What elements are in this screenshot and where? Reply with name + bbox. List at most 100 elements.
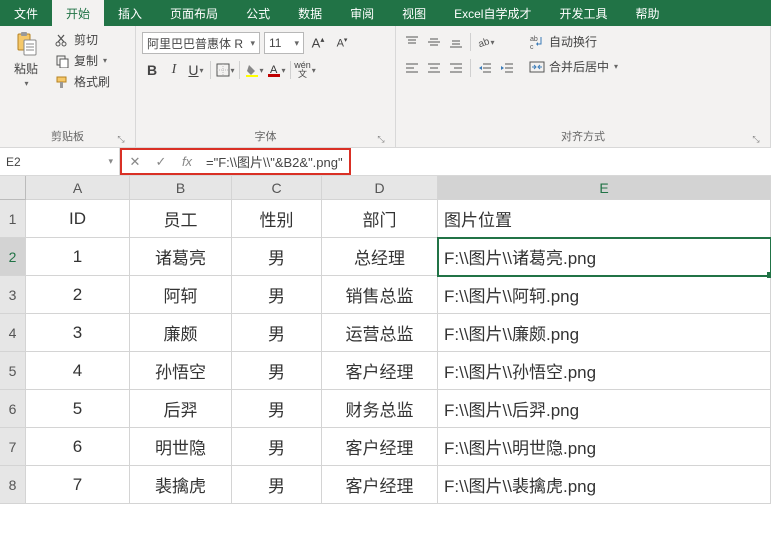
cell[interactable]: 1 — [26, 238, 130, 276]
increase-font-button[interactable]: A▴ — [308, 33, 328, 53]
italic-button[interactable]: I — [164, 60, 184, 80]
merge-center-button[interactable]: 合并后居中 ▾ — [525, 57, 622, 76]
column-header-b[interactable]: B — [130, 176, 232, 200]
cell[interactable]: 阿轲 — [130, 276, 232, 314]
cell[interactable]: 7 — [26, 466, 130, 504]
decrease-indent-button[interactable] — [475, 58, 495, 78]
name-box[interactable]: E2 ▾ — [0, 148, 120, 175]
cell[interactable]: 3 — [26, 314, 130, 352]
tab-formulas[interactable]: 公式 — [232, 0, 284, 26]
copy-button[interactable]: 复制 ▾ — [50, 51, 114, 70]
orientation-button[interactable]: ab▾ — [475, 32, 495, 52]
tab-self-learn[interactable]: Excel自学成才 — [440, 0, 545, 26]
cell[interactable]: 客户经理 — [322, 352, 438, 390]
cut-button[interactable]: 剪切 — [50, 30, 114, 49]
increase-indent-button[interactable] — [497, 58, 517, 78]
tab-insert[interactable]: 插入 — [104, 0, 156, 26]
cell[interactable]: 性别 — [232, 200, 322, 238]
format-painter-button[interactable]: 格式刷 — [50, 72, 114, 91]
row-header[interactable]: 4 — [0, 314, 26, 352]
row-header[interactable]: 2 — [0, 238, 26, 276]
cell[interactable]: 廉颇 — [130, 314, 232, 352]
column-header-a[interactable]: A — [26, 176, 130, 200]
fill-color-button[interactable]: ▾ — [244, 60, 264, 80]
cell[interactable]: 裴擒虎 — [130, 466, 232, 504]
cell[interactable]: 男 — [232, 314, 322, 352]
cell[interactable]: 明世隐 — [130, 428, 232, 466]
cell[interactable]: 4 — [26, 352, 130, 390]
font-launcher-icon[interactable]: ⤡ — [375, 133, 387, 145]
alignment-launcher-icon[interactable]: ⤡ — [750, 133, 762, 145]
cell[interactable]: 6 — [26, 428, 130, 466]
cell-active[interactable]: F:\\图片\\诸葛亮.png — [438, 238, 771, 276]
underline-button[interactable]: U▾ — [186, 60, 206, 80]
column-header-c[interactable]: C — [232, 176, 322, 200]
select-all-corner[interactable] — [0, 176, 26, 200]
pinyin-button[interactable]: wén文▾ — [295, 60, 315, 80]
paste-button[interactable]: 粘贴 ▾ — [6, 28, 46, 129]
tab-home[interactable]: 开始 — [52, 0, 104, 26]
cell[interactable]: 后羿 — [130, 390, 232, 428]
cell[interactable]: 运营总监 — [322, 314, 438, 352]
cancel-formula-button[interactable]: ✕ — [122, 150, 148, 173]
cell[interactable]: 男 — [232, 428, 322, 466]
cell[interactable]: 图片位置 — [438, 200, 771, 238]
wrap-text-button[interactable]: abc 自动换行 — [525, 32, 622, 51]
cell[interactable]: 员工 — [130, 200, 232, 238]
border-button[interactable]: ▾ — [215, 60, 235, 80]
row-header[interactable]: 3 — [0, 276, 26, 314]
row-header[interactable]: 8 — [0, 466, 26, 504]
cell[interactable]: 诸葛亮 — [130, 238, 232, 276]
clipboard-launcher-icon[interactable]: ⤡ — [115, 133, 127, 145]
align-top-button[interactable] — [402, 32, 422, 52]
font-color-button[interactable]: A▾ — [266, 60, 286, 80]
align-left-button[interactable] — [402, 58, 422, 78]
align-bottom-button[interactable] — [446, 32, 466, 52]
cell[interactable]: F:\\图片\\明世隐.png — [438, 428, 771, 466]
cell[interactable]: 男 — [232, 466, 322, 504]
row-header[interactable]: 5 — [0, 352, 26, 390]
cell[interactable]: 孙悟空 — [130, 352, 232, 390]
align-right-button[interactable] — [446, 58, 466, 78]
cell[interactable]: 2 — [26, 276, 130, 314]
cell[interactable]: 总经理 — [322, 238, 438, 276]
group-clipboard: 粘贴 ▾ 剪切 复制 ▾ 格式刷 剪贴板 ⤡ — [0, 26, 136, 147]
tab-view[interactable]: 视图 — [388, 0, 440, 26]
cell[interactable]: 客户经理 — [322, 466, 438, 504]
cell[interactable]: 男 — [232, 390, 322, 428]
font-size-combo[interactable]: 11 ▾ — [264, 32, 304, 54]
align-center-button[interactable] — [424, 58, 444, 78]
enter-formula-button[interactable]: ✓ — [148, 150, 174, 173]
tab-page-layout[interactable]: 页面布局 — [156, 0, 232, 26]
column-header-e[interactable]: E — [438, 176, 771, 200]
column-header-d[interactable]: D — [322, 176, 438, 200]
row-header[interactable]: 6 — [0, 390, 26, 428]
tab-help[interactable]: 帮助 — [622, 0, 674, 26]
cell[interactable]: 男 — [232, 276, 322, 314]
tab-data[interactable]: 数据 — [284, 0, 336, 26]
cell[interactable]: ID — [26, 200, 130, 238]
formula-input[interactable]: ="F:\\图片\\"&B2&".png" — [200, 152, 349, 171]
cell[interactable]: F:\\图片\\孙悟空.png — [438, 352, 771, 390]
tab-review[interactable]: 审阅 — [336, 0, 388, 26]
align-middle-button[interactable] — [424, 32, 444, 52]
cell[interactable]: F:\\图片\\廉颇.png — [438, 314, 771, 352]
font-name-combo[interactable]: 阿里巴巴普惠体 R ▾ — [142, 32, 260, 54]
cell[interactable]: 客户经理 — [322, 428, 438, 466]
tab-file[interactable]: 文件 — [0, 0, 52, 26]
tab-dev-tools[interactable]: 开发工具 — [545, 0, 621, 26]
bold-button[interactable]: B — [142, 60, 162, 80]
cell[interactable]: F:\\图片\\裴擒虎.png — [438, 466, 771, 504]
decrease-font-button[interactable]: A▾ — [332, 33, 352, 53]
row-header[interactable]: 7 — [0, 428, 26, 466]
cell[interactable]: 财务总监 — [322, 390, 438, 428]
cell[interactable]: 部门 — [322, 200, 438, 238]
fx-button[interactable]: fx — [174, 150, 200, 173]
cell[interactable]: F:\\图片\\阿轲.png — [438, 276, 771, 314]
cell[interactable]: 男 — [232, 352, 322, 390]
cell[interactable]: F:\\图片\\后羿.png — [438, 390, 771, 428]
cell[interactable]: 男 — [232, 238, 322, 276]
row-header[interactable]: 1 — [0, 200, 26, 238]
cell[interactable]: 5 — [26, 390, 130, 428]
cell[interactable]: 销售总监 — [322, 276, 438, 314]
